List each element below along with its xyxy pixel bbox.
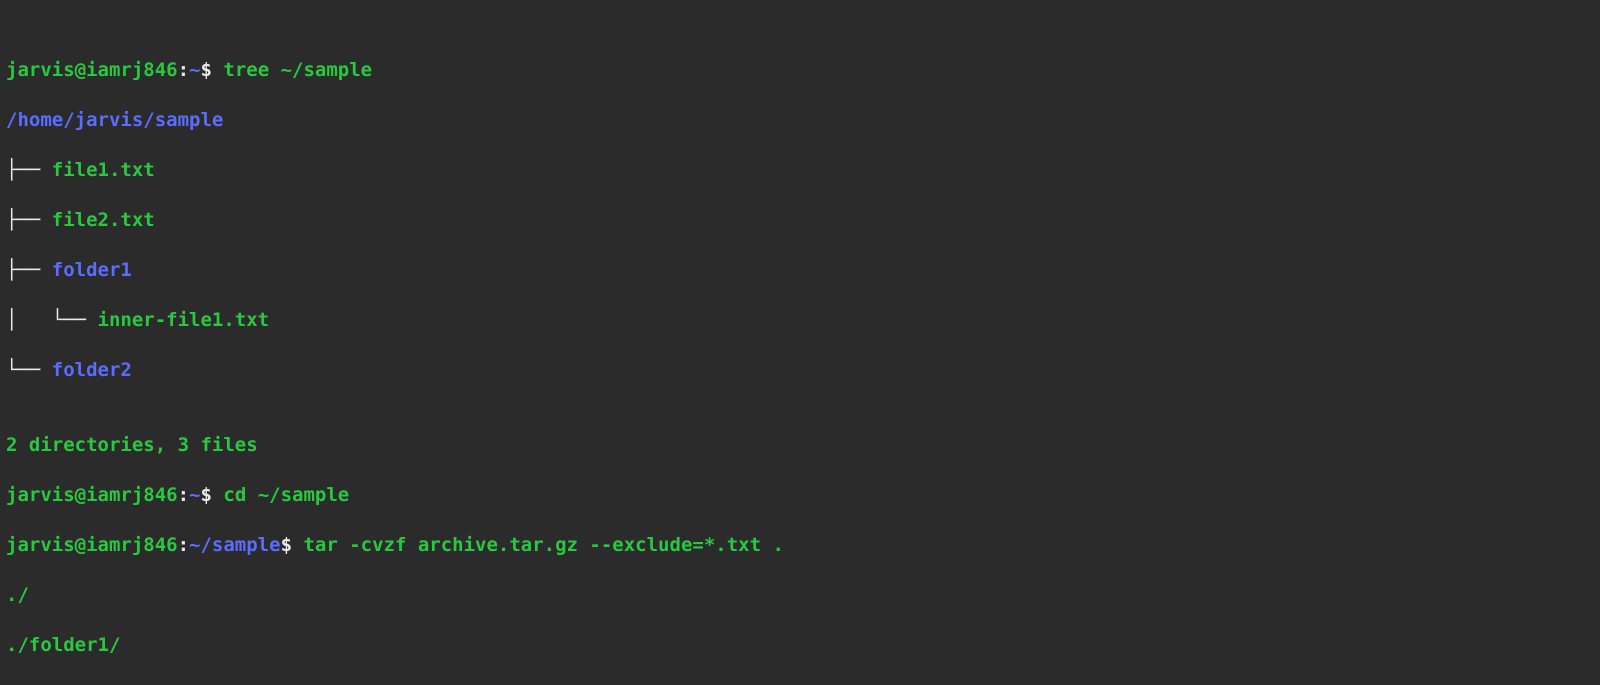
prompt-user-host: jarvis@iamrj846 [6, 59, 178, 81]
terminal[interactable]: jarvis@iamrj846:~$ tree ~/sample /home/j… [0, 0, 1600, 685]
tree1-item-file2: ├── file2.txt [6, 208, 1594, 233]
tree1-item-file1: ├── file1.txt [6, 158, 1594, 183]
prompt-line-3: jarvis@iamrj846:~/sample$ tar -cvzf arch… [6, 533, 1594, 558]
prompt-line-1: jarvis@iamrj846:~$ tree ~/sample [6, 58, 1594, 83]
tree1-folder1: folder1 [52, 259, 132, 281]
prompt-dollar: $ [201, 59, 224, 81]
tree1-inner-file1: inner-file1.txt [98, 309, 270, 331]
tar-output-1: ./ [6, 583, 1594, 608]
tree1-summary: 2 directories, 3 files [6, 433, 1594, 458]
command-cd: cd ~/sample [223, 484, 349, 506]
prompt-colon: : [178, 484, 189, 506]
prompt-line-2: jarvis@iamrj846:~$ cd ~/sample [6, 483, 1594, 508]
prompt-dollar: $ [201, 484, 224, 506]
tree1-root: /home/jarvis/sample [6, 108, 1594, 133]
tree-branch: ├── [6, 209, 52, 231]
command-tar: tar -cvzf archive.tar.gz --exclude=*.txt… [303, 534, 783, 556]
prompt-colon: : [178, 59, 189, 81]
tree-branch-inner: │ └── [6, 309, 98, 331]
tar-output-2: ./folder1/ [6, 633, 1594, 658]
prompt-path-home: ~ [189, 59, 200, 81]
prompt-path-home: ~ [189, 484, 200, 506]
tree-branch: ├── [6, 159, 52, 181]
command-tree-1: tree ~/sample [223, 59, 372, 81]
tree1-folder2: folder2 [52, 359, 132, 381]
tree1-item-inner-file1: │ └── inner-file1.txt [6, 308, 1594, 333]
prompt-path-sample: ~/sample [189, 534, 281, 556]
tree-branch: ├── [6, 259, 52, 281]
prompt-dollar: $ [281, 534, 304, 556]
tree1-file1: file1.txt [52, 159, 155, 181]
prompt-user-host: jarvis@iamrj846 [6, 484, 178, 506]
prompt-colon: : [178, 534, 189, 556]
prompt-user-host: jarvis@iamrj846 [6, 534, 178, 556]
tree1-file2: file2.txt [52, 209, 155, 231]
tree-branch-last: └── [6, 359, 52, 381]
tree1-item-folder2: └── folder2 [6, 358, 1594, 383]
tree1-item-folder1: ├── folder1 [6, 258, 1594, 283]
